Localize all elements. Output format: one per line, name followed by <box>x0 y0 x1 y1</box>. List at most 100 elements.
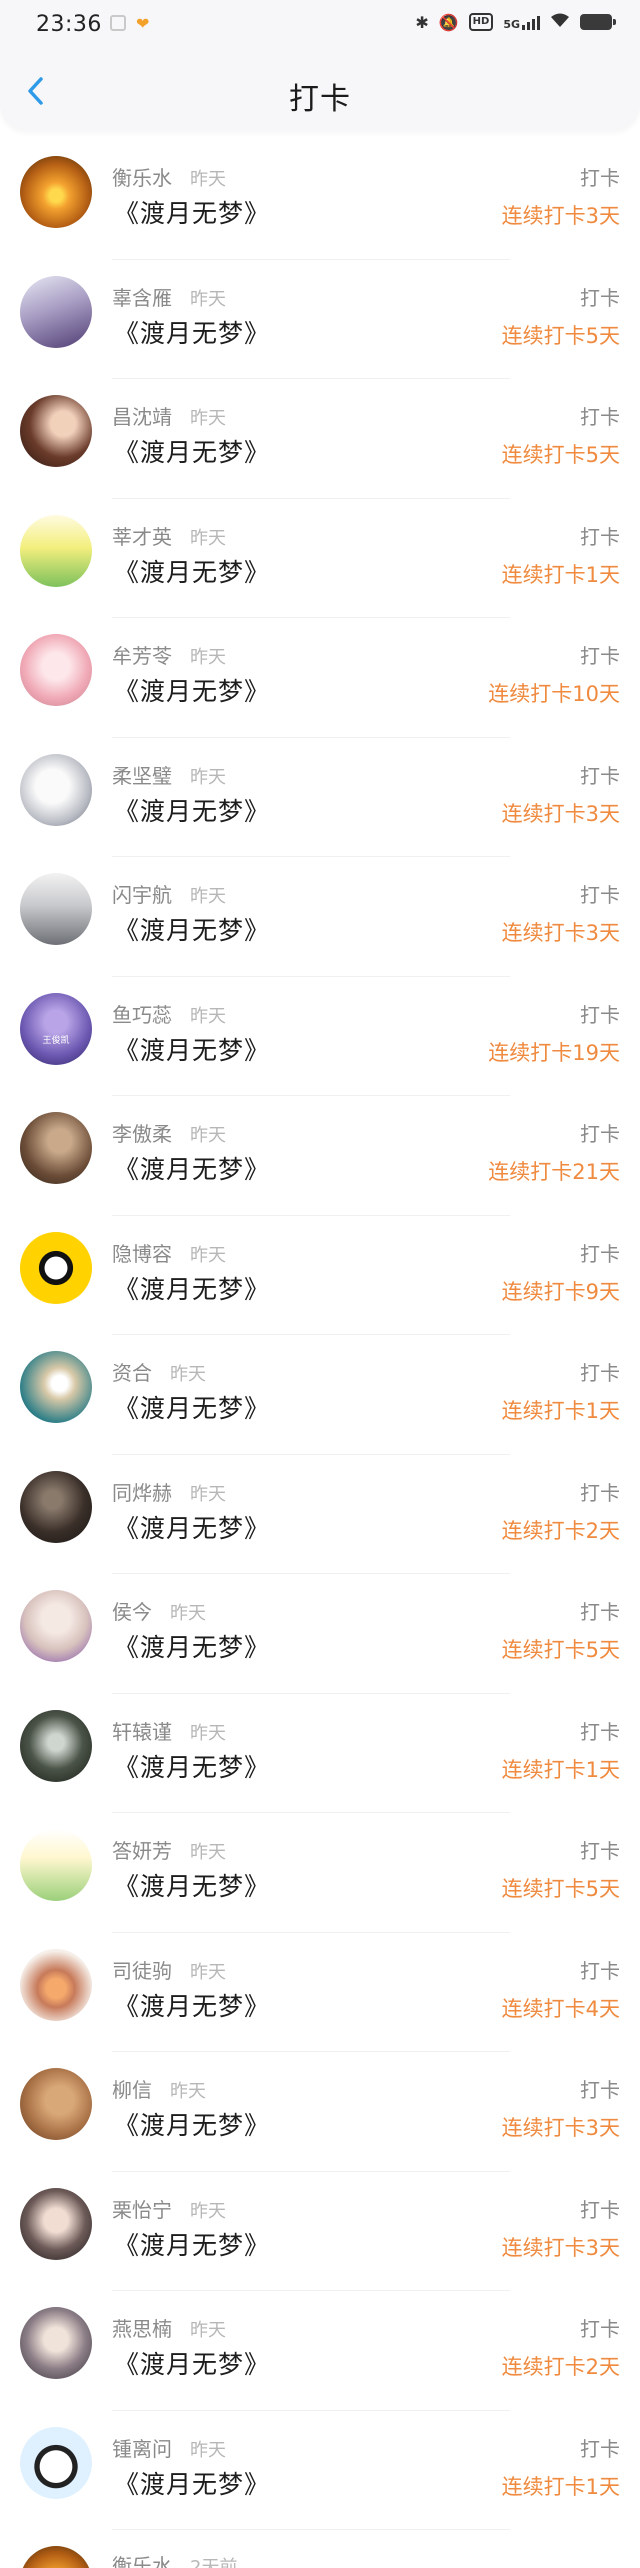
user-name[interactable]: 昌沈靖 昨天 <box>112 401 226 430</box>
user-name[interactable]: 隐博容 昨天 <box>112 1238 226 1267</box>
user-name[interactable]: 司徒驹 昨天 <box>112 1955 226 1984</box>
list-item[interactable]: 柔坚璧 昨天 《渡月无梦》 打卡 连续打卡3天 <box>0 738 640 857</box>
list-item[interactable]: 司徒驹 昨天 《渡月无梦》 打卡 连续打卡4天 <box>0 1933 640 2052</box>
avatar[interactable] <box>20 2426 92 2499</box>
avatar[interactable] <box>20 1948 92 2021</box>
user-name[interactable]: 李傲柔 昨天 <box>112 1118 226 1147</box>
user-name[interactable]: 燕思楠 昨天 <box>112 2313 226 2342</box>
list-item[interactable]: 衡乐水 2天前 <box>0 2530 640 2568</box>
list-item[interactable]: 隐博容 昨天 《渡月无梦》 打卡 连续打卡9天 <box>0 1216 640 1335</box>
list-item[interactable]: 资合 昨天 《渡月无梦》 打卡 连续打卡1天 <box>0 1335 640 1455</box>
avatar[interactable] <box>20 2546 92 2568</box>
avatar[interactable] <box>20 1709 92 1782</box>
book-title[interactable]: 《渡月无梦》 <box>114 2226 270 2262</box>
avatar[interactable] <box>20 514 92 587</box>
checkin-time: 昨天 <box>190 1842 226 1863</box>
streak-count: 连续打卡4天 <box>501 1996 620 2021</box>
user-name[interactable]: 莘才英 昨天 <box>112 521 226 550</box>
book-title[interactable]: 《渡月无梦》 <box>114 1270 270 1306</box>
book-title[interactable]: 《渡月无梦》 <box>114 553 270 589</box>
notification-icon <box>110 15 126 31</box>
user-name[interactable]: 答妍芳 昨天 <box>112 1835 226 1864</box>
list-item[interactable]: 锺离问 昨天 《渡月无梦》 打卡 连续打卡1天 <box>0 2411 640 2530</box>
book-title[interactable]: 《渡月无梦》 <box>114 1150 270 1186</box>
status-bar: 23:36 ❤ ✱ 🔕 HD 5G <box>0 0 640 52</box>
book-title[interactable]: 《渡月无梦》 <box>114 1628 270 1664</box>
list-item[interactable]: 莘才英 昨天 《渡月无梦》 打卡 连续打卡1天 <box>0 499 640 618</box>
user-name-text: 闪宇航 <box>112 883 172 907</box>
book-title[interactable]: 《渡月无梦》 <box>114 433 270 469</box>
user-name[interactable]: 辜含雁 昨天 <box>112 282 226 311</box>
avatar[interactable] <box>20 634 92 706</box>
book-title[interactable]: 《渡月无梦》 <box>114 2106 270 2142</box>
avatar[interactable] <box>20 1351 92 1423</box>
avatar[interactable] <box>20 395 92 467</box>
avatar[interactable] <box>20 1590 92 1662</box>
book-title[interactable]: 《渡月无梦》 <box>114 2465 270 2501</box>
user-name[interactable]: 鱼巧蕊 昨天 <box>112 999 226 1028</box>
user-name[interactable]: 侯今 昨天 <box>112 1596 206 1625</box>
avatar[interactable] <box>20 873 92 945</box>
list-item[interactable]: 辜含雁 昨天 《渡月无梦》 打卡 连续打卡5天 <box>0 260 640 379</box>
list-item[interactable]: 王俊凯 鱼巧蕊 昨天 《渡月无梦》 打卡 连续打卡19天 <box>0 977 640 1096</box>
checkin-tag: 打卡 <box>580 2078 620 2102</box>
list-item[interactable]: 栗怡宁 昨天 《渡月无梦》 打卡 连续打卡3天 <box>0 2172 640 2291</box>
avatar[interactable] <box>20 1231 92 1304</box>
avatar[interactable] <box>20 275 92 348</box>
book-title[interactable]: 《渡月无梦》 <box>114 1389 270 1425</box>
list-item[interactable]: 同烨赫 昨天《渡月无梦》 打卡连续打卡2天 <box>0 1455 640 1574</box>
user-name[interactable]: 同烨赫 昨天 <box>112 1477 226 1506</box>
book-title[interactable]: 《渡月无梦》 <box>114 672 270 708</box>
book-title[interactable]: 《渡月无梦》 <box>114 911 270 947</box>
avatar[interactable]: 王俊凯 <box>20 992 92 1065</box>
list-item[interactable]: 轩辕谨 昨天 《渡月无梦》 打卡 连续打卡1天 <box>0 1694 640 1813</box>
book-title[interactable]: 《渡月无梦》 <box>114 1748 270 1784</box>
user-name[interactable]: 栗怡宁 昨天 <box>112 2194 226 2223</box>
book-title[interactable]: 《渡月无梦》 <box>114 1867 270 1903</box>
streak-count: 连续打卡21天 <box>488 1160 620 1184</box>
book-title[interactable]: 《渡月无梦》 <box>114 792 270 828</box>
user-name[interactable]: 牟芳苓 昨天 <box>112 640 226 669</box>
user-name[interactable]: 衡乐水 2天前 <box>112 2550 237 2568</box>
user-name[interactable]: 闪宇航 昨天 <box>112 879 226 908</box>
streak-count: 连续打卡2天 <box>501 1518 620 1543</box>
avatar[interactable] <box>20 753 92 826</box>
avatar[interactable] <box>20 1470 92 1543</box>
streak-count: 连续打卡1天 <box>501 1399 620 1423</box>
list-item[interactable]: 李傲柔 昨天 《渡月无梦》 打卡 连续打卡21天 <box>0 1096 640 1216</box>
avatar[interactable] <box>20 1829 92 1901</box>
list-item[interactable]: 衡乐水 昨天 《渡月无梦》 打卡 连续打卡3天 <box>0 140 640 260</box>
checkin-tag: 打卡 <box>580 285 620 310</box>
checkin-time: 昨天 <box>190 169 226 190</box>
list-item[interactable]: 牟芳苓 昨天 《渡月无梦》 打卡 连续打卡10天 <box>0 618 640 738</box>
list-item[interactable]: 答妍芳 昨天 《渡月无梦》 打卡 连续打卡5天 <box>0 1813 640 1933</box>
streak-count: 连续打卡1天 <box>501 2474 620 2499</box>
book-title[interactable]: 《渡月无梦》 <box>114 1509 270 1545</box>
book-title[interactable]: 《渡月无梦》 <box>114 2345 270 2381</box>
list-item[interactable]: 柳信 昨天 《渡月无梦》 打卡 连续打卡3天 <box>0 2052 640 2172</box>
list-item[interactable]: 侯今 昨天 《渡月无梦》 打卡 连续打卡5天 <box>0 1574 640 1694</box>
list-item[interactable]: 燕思楠 昨天 《渡月无梦》 打卡 连续打卡2天 <box>0 2291 640 2411</box>
streak-count: 连续打卡3天 <box>501 801 620 826</box>
avatar[interactable] <box>20 2068 92 2140</box>
book-title[interactable]: 《渡月无梦》 <box>114 314 270 350</box>
list-item[interactable]: 闪宇航 昨天 《渡月无梦》 打卡 连续打卡3天 <box>0 857 640 977</box>
user-name[interactable]: 柳信 昨天 <box>112 2074 206 2103</box>
checkin-time: 2天前 <box>190 2557 238 2568</box>
avatar[interactable] <box>20 1112 92 1184</box>
book-title[interactable]: 《渡月无梦》 <box>114 1987 270 2023</box>
streak-count: 连续打卡5天 <box>501 443 620 467</box>
avatar[interactable] <box>20 156 92 228</box>
avatar[interactable] <box>20 2187 92 2260</box>
book-title[interactable]: 《渡月无梦》 <box>114 1031 270 1067</box>
user-name[interactable]: 轩辕谨 昨天 <box>112 1716 226 1745</box>
user-name[interactable]: 衡乐水 昨天 <box>112 162 226 191</box>
avatar[interactable] <box>20 2307 92 2379</box>
user-name-text: 侯今 <box>112 1600 152 1624</box>
book-title[interactable]: 《渡月无梦》 <box>114 194 270 230</box>
user-name[interactable]: 锺离问 昨天 <box>112 2433 226 2462</box>
checkin-tag: 打卡 <box>580 1480 620 1505</box>
list-item[interactable]: 昌沈靖 昨天 《渡月无梦》 打卡 连续打卡5天 <box>0 379 640 499</box>
user-name[interactable]: 柔坚璧 昨天 <box>112 760 226 789</box>
user-name[interactable]: 资合 昨天 <box>112 1357 206 1386</box>
